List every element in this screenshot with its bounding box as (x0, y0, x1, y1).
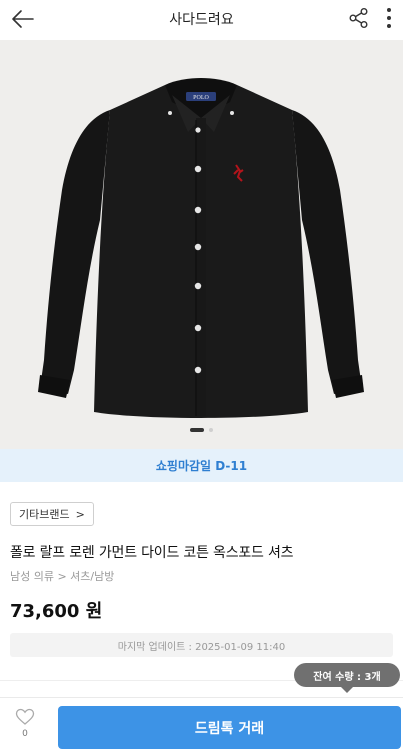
heart-icon (15, 708, 35, 725)
svg-text:POLO: POLO (193, 95, 209, 101)
share-button[interactable] (344, 3, 374, 33)
like-button[interactable]: 0 (8, 708, 42, 748)
share-icon (349, 8, 368, 28)
shopping-deadline-banner: 쇼핑마감일 D-11 (0, 449, 403, 482)
bottom-bar-divider (0, 697, 403, 698)
product-price: 73,600 원 (10, 601, 103, 622)
gallery-page-indicator (0, 428, 403, 432)
gallery-dot[interactable] (190, 428, 204, 432)
product-image-gallery[interactable]: POLO (0, 40, 403, 449)
product-image: POLO (38, 78, 364, 418)
dreamtalk-trade-button[interactable]: 드림톡 거래 (58, 706, 401, 749)
more-vertical-icon (387, 8, 391, 28)
product-category[interactable]: 남성 의류 > 셔츠/남방 (10, 568, 114, 584)
like-count: 0 (22, 729, 28, 739)
page-title: 사다드려요 (169, 12, 234, 28)
brand-tag-label: 기타브랜드 (19, 508, 70, 521)
arrow-left-icon (12, 10, 34, 28)
back-button[interactable] (6, 4, 40, 34)
remaining-stock-tooltip: 잔여 수량 : 3개 (294, 663, 400, 693)
top-bar: 사다드려요 (0, 0, 403, 40)
gallery-dot[interactable] (209, 428, 213, 432)
last-update-info: 마지막 업데이트 : 2025-01-09 11:40 (10, 633, 393, 657)
product-name: 폴로 랄프 로렌 가먼트 다이드 코튼 옥스포드 셔츠 (10, 545, 294, 561)
brand-tag-button[interactable]: 기타브랜드 > (10, 502, 94, 526)
more-options-button[interactable] (378, 3, 400, 33)
chevron-right-icon: > (75, 507, 85, 521)
